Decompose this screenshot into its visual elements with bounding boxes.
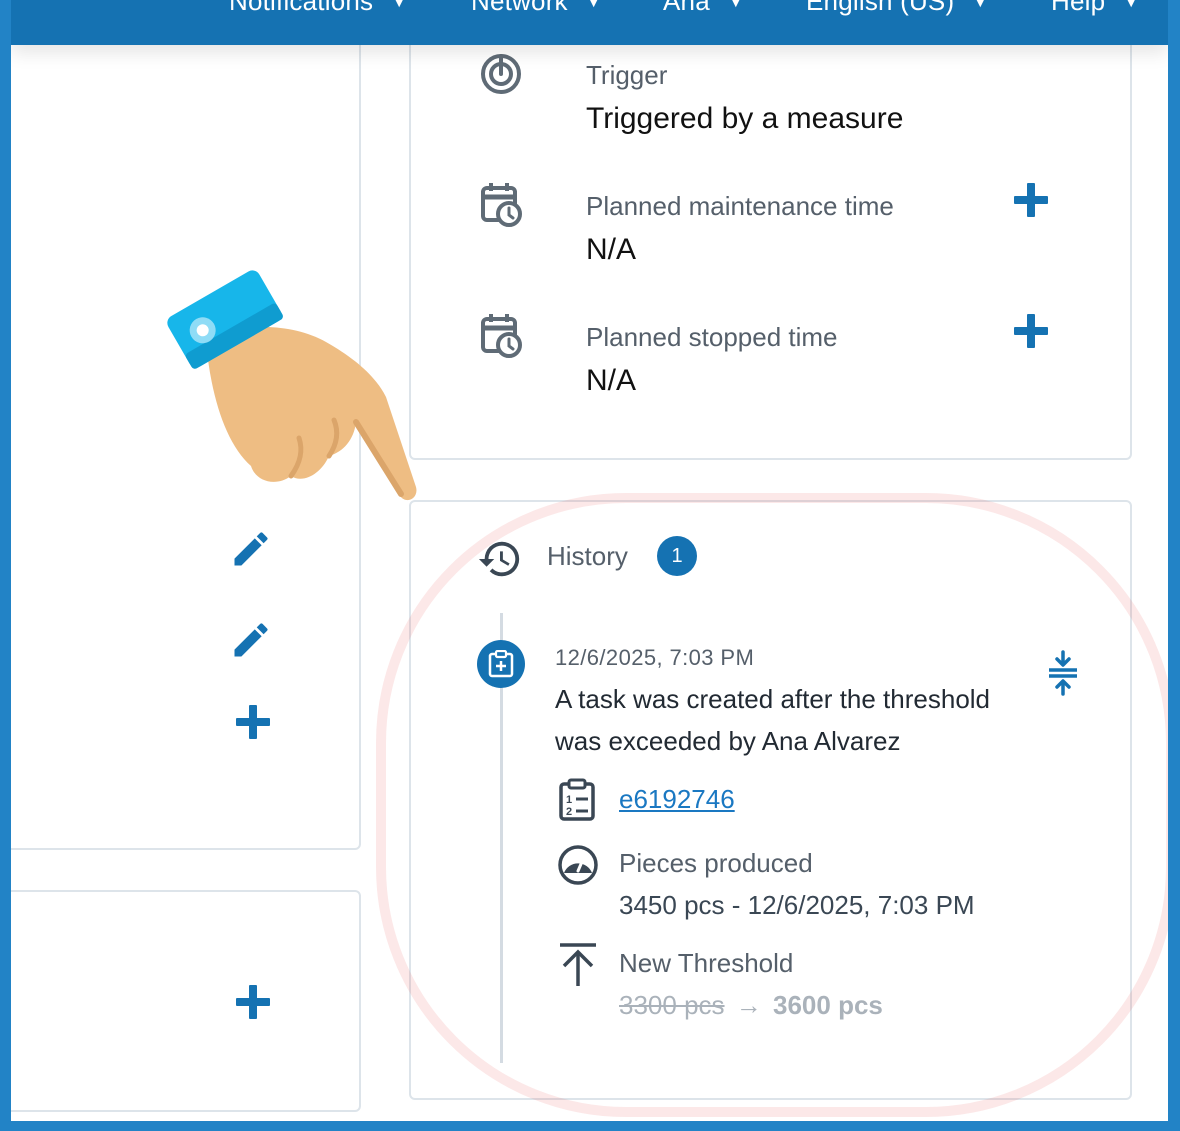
arrow-up-bar-icon (560, 943, 596, 986)
top-navigation-bar: Notifications ▼ Network ▼ Ana ▼ English (US… (11, 0, 1168, 45)
task-created-marker (477, 640, 525, 688)
threshold-new-value: 3600 pcs (773, 990, 883, 1020)
event-timestamp: 12/6/2025, 7:03 PM (555, 645, 755, 670)
nav-user-menu[interactable]: Ana ▼ (663, 0, 744, 17)
measure-value: 3450 pcs - 12/6/2025, 7:03 PM (619, 890, 975, 920)
chevron-down-icon: ▼ (391, 0, 408, 11)
task-link[interactable]: e6192746 (619, 784, 735, 815)
nav-help[interactable]: Help ▼ (1051, 0, 1139, 17)
nav-notifications[interactable]: Notifications ▼ (229, 0, 407, 17)
left-secondary-card (11, 890, 361, 1112)
add-planned-stopped-button[interactable] (1011, 311, 1051, 351)
threshold-change: 3300 pcs → 3600 pcs (619, 990, 883, 1021)
chevron-down-icon: ▼ (585, 0, 602, 11)
nav-help-label: Help (1051, 0, 1106, 16)
svg-text:2: 2 (566, 806, 572, 818)
history-icon (478, 541, 520, 577)
history-count-badge: 1 (657, 536, 697, 576)
details-card: Trigger Triggered by a measure Planned m… (409, 20, 1132, 460)
checklist-icon: 1 2 (559, 778, 595, 821)
pointing-hand-icon (167, 270, 417, 501)
gauge-icon (558, 845, 598, 885)
collapse-icon[interactable] (1043, 650, 1083, 696)
calendar-clock-icon (481, 183, 522, 227)
planned-maintenance-label: Planned maintenance time (586, 191, 894, 221)
app-frame: Notifications ▼ Network ▼ Ana ▼ English (US… (11, 0, 1168, 1121)
trigger-label: Trigger (586, 60, 668, 90)
event-description-line2: was exceeded by Ana Alvarez (555, 726, 901, 756)
threshold-label: New Threshold (619, 948, 794, 978)
chevron-down-icon: ▼ (727, 0, 744, 11)
chevron-down-icon: ▼ (1123, 0, 1140, 11)
threshold-old-value: 3300 pcs (619, 990, 725, 1020)
svg-text:1: 1 (566, 794, 572, 806)
nav-language[interactable]: English (US) ▼ (806, 0, 988, 17)
planned-maintenance-value: N/A (586, 233, 637, 266)
pencil-icon[interactable] (229, 618, 273, 662)
pencil-icon[interactable] (229, 527, 273, 571)
event-description-line1: A task was created after the threshold (555, 684, 991, 714)
add-planned-maintenance-button[interactable] (1011, 180, 1051, 220)
nav-user-label: Ana (663, 0, 710, 16)
history-title: History (547, 541, 628, 571)
trigger-icon (481, 54, 521, 94)
task-clipboard-icon (488, 650, 514, 678)
planned-stopped-label: Planned stopped time (586, 322, 838, 352)
planned-stopped-value: N/A (586, 364, 637, 397)
trigger-value: Triggered by a measure (586, 102, 904, 135)
nav-network[interactable]: Network ▼ (471, 0, 602, 17)
nav-language-label: English (US) (806, 0, 955, 16)
add-button[interactable] (233, 702, 273, 742)
add-button[interactable] (233, 982, 273, 1022)
threshold-arrow: → (735, 990, 762, 1020)
chevron-down-icon: ▼ (972, 0, 989, 11)
nav-network-label: Network (471, 0, 568, 16)
measure-label: Pieces produced (619, 848, 813, 878)
calendar-clock-icon (481, 314, 522, 358)
nav-notifications-label: Notifications (229, 0, 374, 16)
